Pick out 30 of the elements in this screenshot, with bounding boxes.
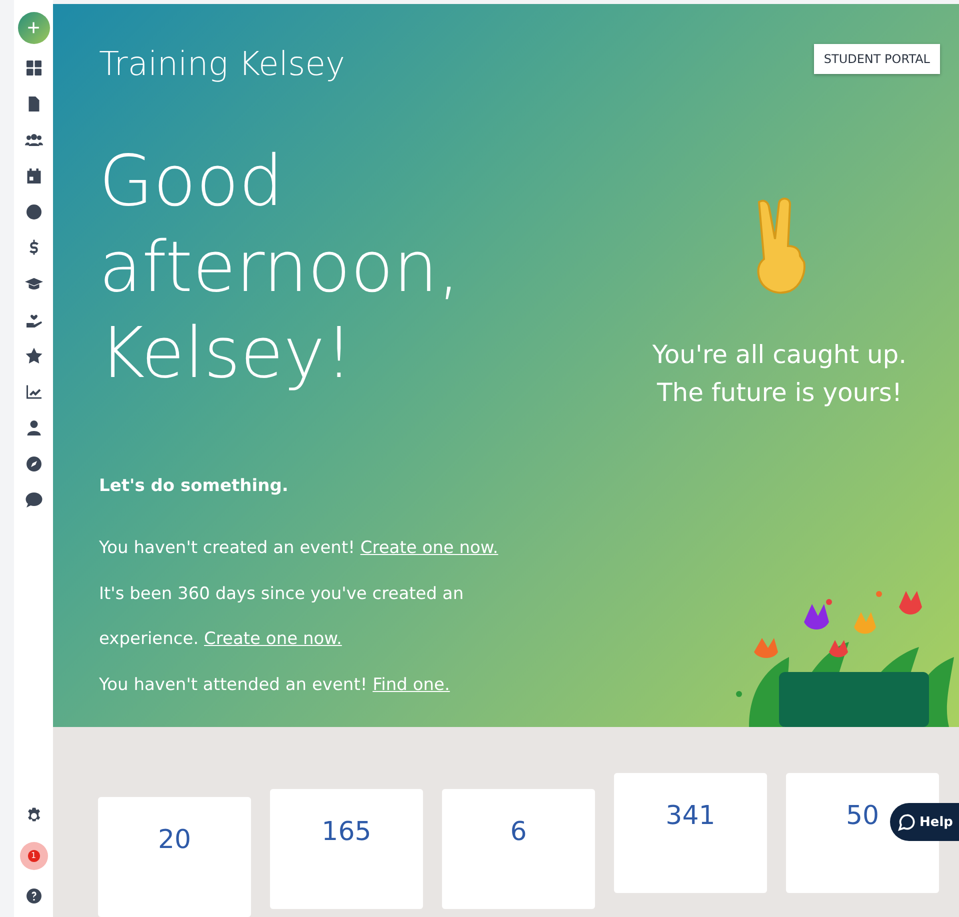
status-message: The future is yours!	[656, 376, 903, 409]
stat-value: 20	[158, 825, 192, 855]
person-icon[interactable]	[24, 419, 42, 437]
star-icon[interactable]	[24, 347, 42, 365]
suggestion-text: You haven't created an event! Create one now.	[99, 537, 500, 560]
people-icon[interactable]	[24, 131, 42, 149]
student-portal-button[interactable]: STUDENT PORTAL	[814, 44, 940, 74]
suggestion-text: You haven't attended an event! Find one.	[99, 674, 451, 697]
notification-button[interactable]: 1	[20, 842, 48, 870]
suggestion-link[interactable]: Create one now.	[204, 629, 342, 650]
stat-value: 50	[846, 801, 880, 831]
suggestion-link[interactable]: Find one.	[372, 674, 450, 695]
stat-value: 165	[322, 817, 372, 847]
help-button[interactable]: Help	[890, 803, 959, 841]
prompt-heading: Let's do something.	[99, 476, 290, 496]
help-icon[interactable]	[24, 887, 42, 905]
greeting-heading: Good afternoon, Kelsey!	[99, 138, 462, 396]
compass-icon[interactable]	[24, 455, 42, 473]
stat-value: 6	[510, 817, 527, 847]
chart-icon[interactable]	[24, 383, 42, 401]
page-title: Training Kelsey	[99, 44, 346, 85]
suggestion-text: It's been 360 days since you've created an experience. Create one now.	[99, 582, 465, 652]
status-message: You're all caught up.	[652, 338, 907, 371]
add-button[interactable]: +	[18, 12, 50, 44]
notification-badge: 1	[28, 850, 40, 862]
calendar-icon[interactable]	[24, 167, 42, 185]
grid-icon[interactable]	[24, 59, 42, 77]
speech-bubble-icon	[898, 813, 916, 831]
stat-value: 341	[666, 801, 716, 831]
suggestion-link[interactable]: Create one now.	[360, 538, 498, 558]
